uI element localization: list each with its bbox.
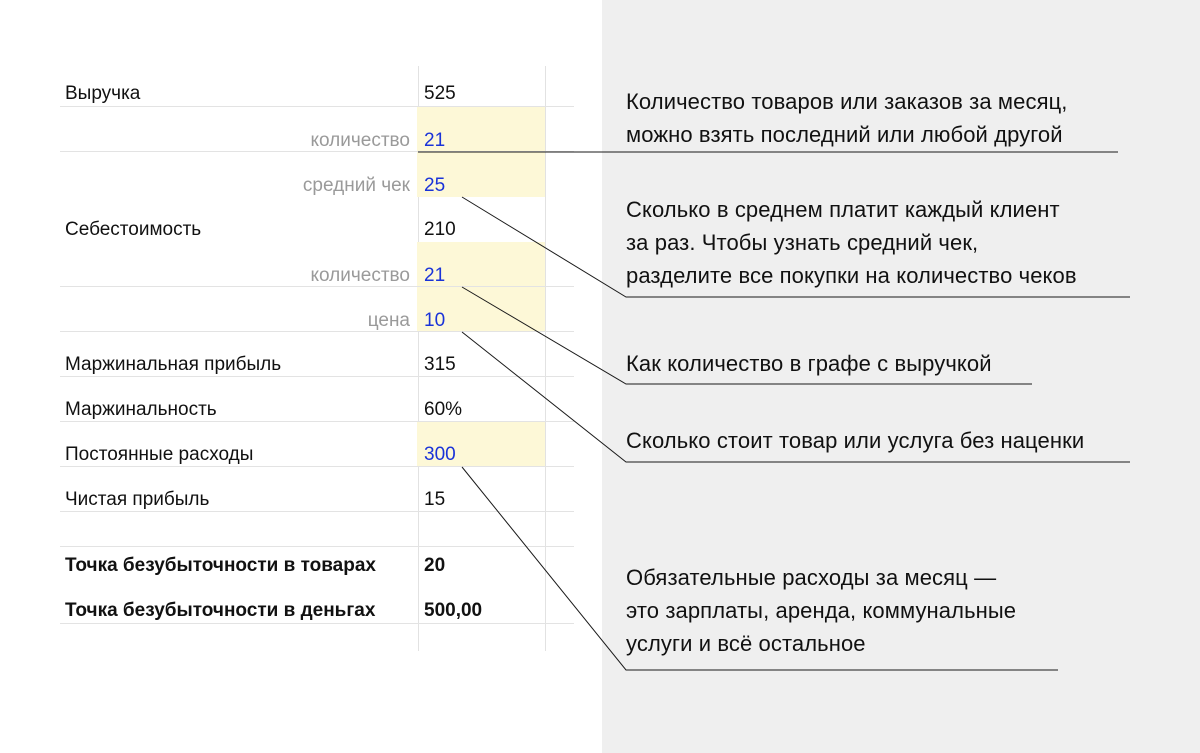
note-price: Сколько стоит товар или услуга без нацен…	[626, 428, 1085, 453]
note-fixed-costs: Обязательные расходы за месяц — это зарп…	[626, 565, 1017, 656]
note-cost-quantity: Как количество в графе с выручкой	[626, 351, 992, 376]
note-quantity: Количество товаров или заказов за месяц,…	[626, 89, 1068, 147]
note-average-check: Сколько в среднем платит каждый клиент з…	[626, 197, 1077, 288]
